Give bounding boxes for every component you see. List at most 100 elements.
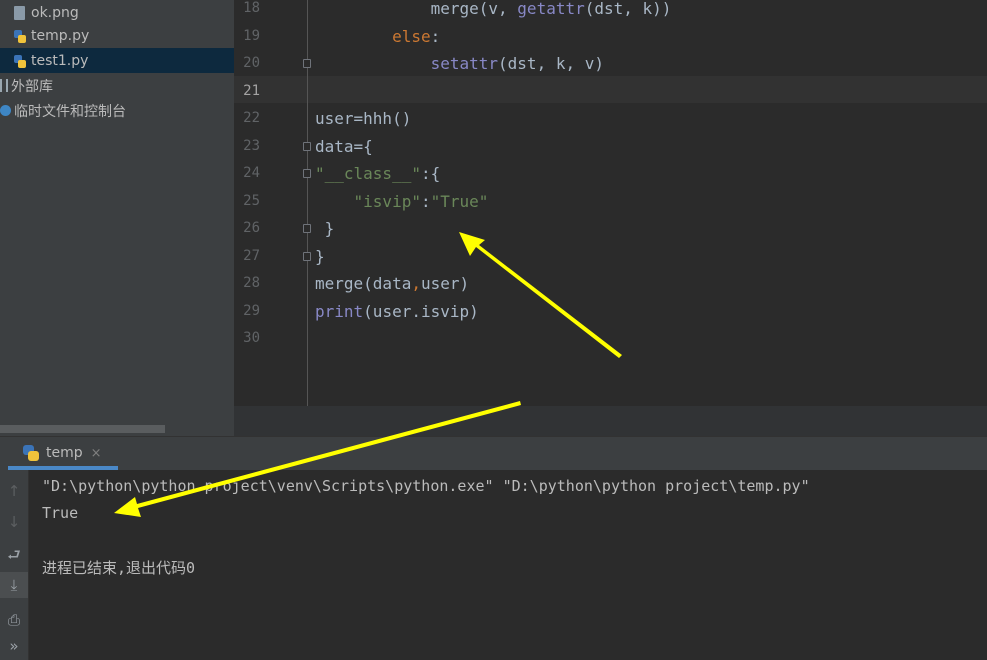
code-editor[interactable]: 18 merge(v, getattr(dst, k)) 19 else: 20 s…: [234, 0, 987, 406]
line-number: 23: [243, 137, 260, 154]
python-file-icon: [14, 54, 26, 68]
line-number: 25: [243, 192, 260, 209]
library-icon: [0, 79, 8, 92]
tree-item-label: ok.png: [31, 4, 79, 21]
line-number: 22: [243, 110, 260, 126]
tree-item-label: 临时文件和控制台: [14, 103, 126, 120]
close-icon[interactable]: ×: [91, 446, 102, 461]
line-number: 20: [243, 55, 260, 71]
code-text: setattr(dst, k, v): [315, 50, 604, 77]
code-line: 22 user=hhh(): [234, 105, 987, 132]
code-text: print(user.isvip): [315, 298, 479, 325]
python-run-icon: [22, 444, 40, 462]
line-number: 19: [243, 27, 260, 44]
down-icon[interactable]: ↓: [0, 509, 28, 535]
code-line: 26 }: [234, 215, 987, 242]
fold-marker-icon[interactable]: [303, 169, 311, 178]
code-text: merge(data,user): [315, 270, 469, 297]
code-line: 29 print(user.isvip): [234, 298, 987, 325]
code-token: (dst, k, v): [498, 54, 604, 73]
editor-bottom-area: [234, 406, 987, 436]
code-line: 23 data={: [234, 133, 987, 160]
code-token: ,: [411, 274, 421, 293]
code-line: 25 "isvip":"True": [234, 188, 987, 215]
project-tree: ok.png temp.py test1.py 外部库临时文件和控制台: [0, 0, 248, 436]
tree-horizontal-scrollbar[interactable]: [0, 425, 165, 433]
code-token: }: [324, 219, 335, 238]
line-number: 30: [243, 330, 260, 346]
line-number: 24: [243, 165, 260, 181]
code-token: :{: [420, 164, 441, 183]
run-tab-temp[interactable]: temp ×: [8, 436, 102, 470]
code-token: merge(data: [315, 274, 412, 293]
console-line: 进程已结束,退出代码0: [42, 559, 196, 577]
code-token: getattr: [517, 0, 585, 18]
fold-marker-icon[interactable]: [303, 251, 311, 261]
run-tab-label: temp: [46, 445, 83, 461]
line-number: 26: [243, 220, 260, 236]
tree-item[interactable]: 外部库: [0, 73, 234, 98]
code-text: "isvip":"True": [315, 188, 489, 215]
console-line: "D:\python\python project\venv\Scripts\p…: [42, 477, 810, 495]
code-text: user=hhh(): [315, 105, 411, 132]
print-icon[interactable]: ⎙: [0, 607, 28, 633]
tree-item[interactable]: temp.py: [0, 23, 248, 48]
code-line: 27}: [234, 243, 987, 270]
code-text: }: [315, 243, 325, 270]
tree-item-label: temp.py: [31, 27, 90, 44]
code-token: }: [315, 246, 325, 266]
up-icon[interactable]: ↑: [0, 478, 28, 504]
code-token: print: [315, 301, 364, 321]
code-line: 21: [234, 78, 987, 105]
code-token: "isvip": [353, 191, 421, 211]
fold-marker-icon[interactable]: [303, 141, 311, 151]
code-line: 20 setattr(dst, k, v): [234, 50, 987, 77]
line-number: 29: [243, 302, 260, 319]
more-icon[interactable]: »: [0, 633, 28, 659]
code-token: merge(v,: [430, 0, 518, 18]
tree-item[interactable]: ok.png: [0, 0, 248, 25]
code-token: data={: [315, 136, 373, 156]
code-token: user): [420, 274, 470, 293]
code-token: user=hhh(): [315, 109, 412, 128]
console-line: True: [42, 504, 79, 522]
code-token: :: [420, 191, 431, 211]
tree-item[interactable]: test1.py: [0, 48, 248, 73]
scratches-icon: [0, 105, 11, 116]
code-token: (dst, k)): [584, 0, 672, 18]
line-number: 27: [243, 247, 260, 264]
code-text: else:: [315, 23, 440, 50]
code-token: "__class__": [315, 164, 421, 183]
code-token: :: [430, 26, 441, 46]
code-text: merge(v, getattr(dst, k)): [315, 0, 672, 22]
scroll-to-end-icon[interactable]: ⤓: [0, 572, 28, 598]
code-text: data={: [315, 133, 373, 160]
fold-marker-icon[interactable]: [303, 224, 311, 233]
line-number: 21: [243, 82, 260, 99]
line-number: 28: [243, 275, 260, 291]
run-tool-window-header: [0, 436, 987, 471]
python-file-icon: [14, 29, 26, 43]
png-file-icon: [14, 5, 25, 20]
code-line: 30: [234, 325, 987, 352]
line-number: 18: [243, 0, 260, 16]
code-text: "__class__":{: [315, 160, 440, 187]
tree-item-label: 外部库: [11, 78, 53, 95]
code-token: "True": [430, 191, 489, 211]
tree-item[interactable]: 临时文件和控制台: [0, 98, 234, 123]
code-line: 19 else:: [234, 23, 987, 50]
code-token: else: [392, 26, 431, 46]
run-toolbar: ↑ ↓ ⮐ ⤓ ⎙»: [0, 470, 29, 660]
tree-item-label: test1.py: [31, 52, 89, 69]
code-line: 28 merge(data,user): [234, 270, 987, 297]
soft-wrap-icon[interactable]: ⮐: [0, 542, 28, 568]
code-token: setattr: [430, 54, 499, 73]
code-line: 24 "__class__":{: [234, 160, 987, 187]
console-output[interactable]: "D:\python\python project\venv\Scripts\p…: [29, 470, 987, 660]
code-token: (user.isvip): [363, 301, 479, 321]
fold-marker-icon[interactable]: [303, 59, 311, 68]
